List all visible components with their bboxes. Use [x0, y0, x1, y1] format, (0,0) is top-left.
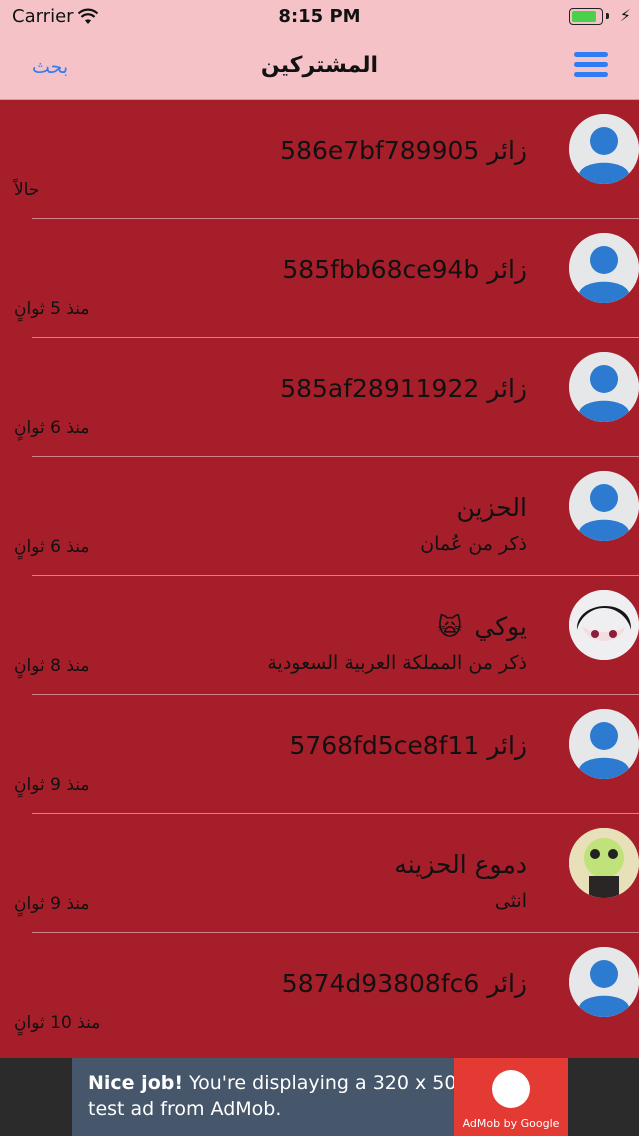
member-row[interactable]: زائر 585af28911922 منذ 6 ثوانٍ — [14, 338, 639, 457]
member-row[interactable]: يوكي🙀 ذكر من المملكة العربية السعودية منذ … — [14, 576, 639, 695]
member-last-seen: منذ 9 ثوانٍ — [14, 775, 90, 795]
status-bar: Carrier 8:15 PM ⚡︎ — [0, 0, 639, 36]
members-list: زائر 586e7bf789905 حالاً زائر 585fbb68ce94… — [0, 100, 639, 1051]
member-last-seen: منذ 9 ثوانٍ — [14, 894, 90, 914]
member-name: يوكي🙀 — [437, 612, 527, 641]
member-name: الحزين — [456, 493, 527, 522]
ad-text: Nice job! You're displaying a 320 x 50 t… — [88, 1072, 457, 1120]
member-last-seen: منذ 8 ثوانٍ — [14, 656, 90, 676]
charging-icon: ⚡︎ — [619, 6, 631, 25]
member-name: زائر 586e7bf789905 — [280, 136, 527, 165]
member-name: زائر 585af28911922 — [280, 374, 527, 403]
navigation-bar: بحث المشتركين — [0, 36, 639, 100]
member-subtitle: انثى — [494, 890, 527, 912]
member-name: دموع الحزينه — [394, 850, 527, 879]
avatar — [569, 471, 639, 541]
hamburger-menu-icon[interactable] — [574, 52, 608, 78]
member-row[interactable]: الحزين ذكر من عُمان منذ 6 ثوانٍ — [14, 457, 639, 576]
member-row[interactable]: زائر 5874d93808fc6 منذ 10 ثوانٍ — [14, 933, 639, 1051]
member-name: زائر 5874d93808fc6 — [281, 969, 527, 998]
page-title: المشتركين — [260, 53, 379, 78]
battery-tip — [606, 13, 609, 19]
avatar — [569, 828, 639, 898]
avatar — [569, 590, 639, 660]
avatar — [569, 352, 639, 422]
ad-banner[interactable]: Nice job! You're displaying a 320 x 50 t… — [0, 1058, 639, 1136]
ad-content[interactable]: Nice job! You're displaying a 320 x 50 t… — [72, 1058, 568, 1136]
member-subtitle: ذكر من المملكة العربية السعودية — [267, 652, 527, 674]
member-name: زائر 585fbb68ce94b — [282, 255, 527, 284]
member-last-seen: حالاً — [14, 180, 40, 200]
avatar — [569, 114, 639, 184]
member-row[interactable]: زائر 585fbb68ce94b منذ 5 ثوانٍ — [14, 219, 639, 338]
member-row[interactable]: زائر 586e7bf789905 حالاً — [14, 100, 639, 219]
member-last-seen: منذ 10 ثوانٍ — [14, 1013, 101, 1033]
admob-icon — [492, 1070, 530, 1108]
member-last-seen: منذ 5 ثوانٍ — [14, 299, 90, 319]
member-last-seen: منذ 6 ثوانٍ — [14, 418, 90, 438]
battery-icon — [569, 8, 603, 25]
status-time: 8:15 PM — [278, 6, 361, 27]
member-row[interactable]: دموع الحزينه انثى منذ 9 ثوانٍ — [14, 814, 639, 933]
member-last-seen: منذ 6 ثوانٍ — [14, 537, 90, 557]
member-name: زائر 5768fd5ce8f11 — [289, 731, 527, 760]
admob-logo: AdMob by Google — [454, 1058, 568, 1136]
cat-emoji-icon: 🙀 — [437, 613, 463, 641]
avatar — [569, 709, 639, 779]
member-row[interactable]: زائر 5768fd5ce8f11 منذ 9 ثوانٍ — [14, 695, 639, 814]
avatar — [569, 233, 639, 303]
avatar — [569, 947, 639, 1017]
member-subtitle: ذكر من عُمان — [420, 533, 527, 555]
